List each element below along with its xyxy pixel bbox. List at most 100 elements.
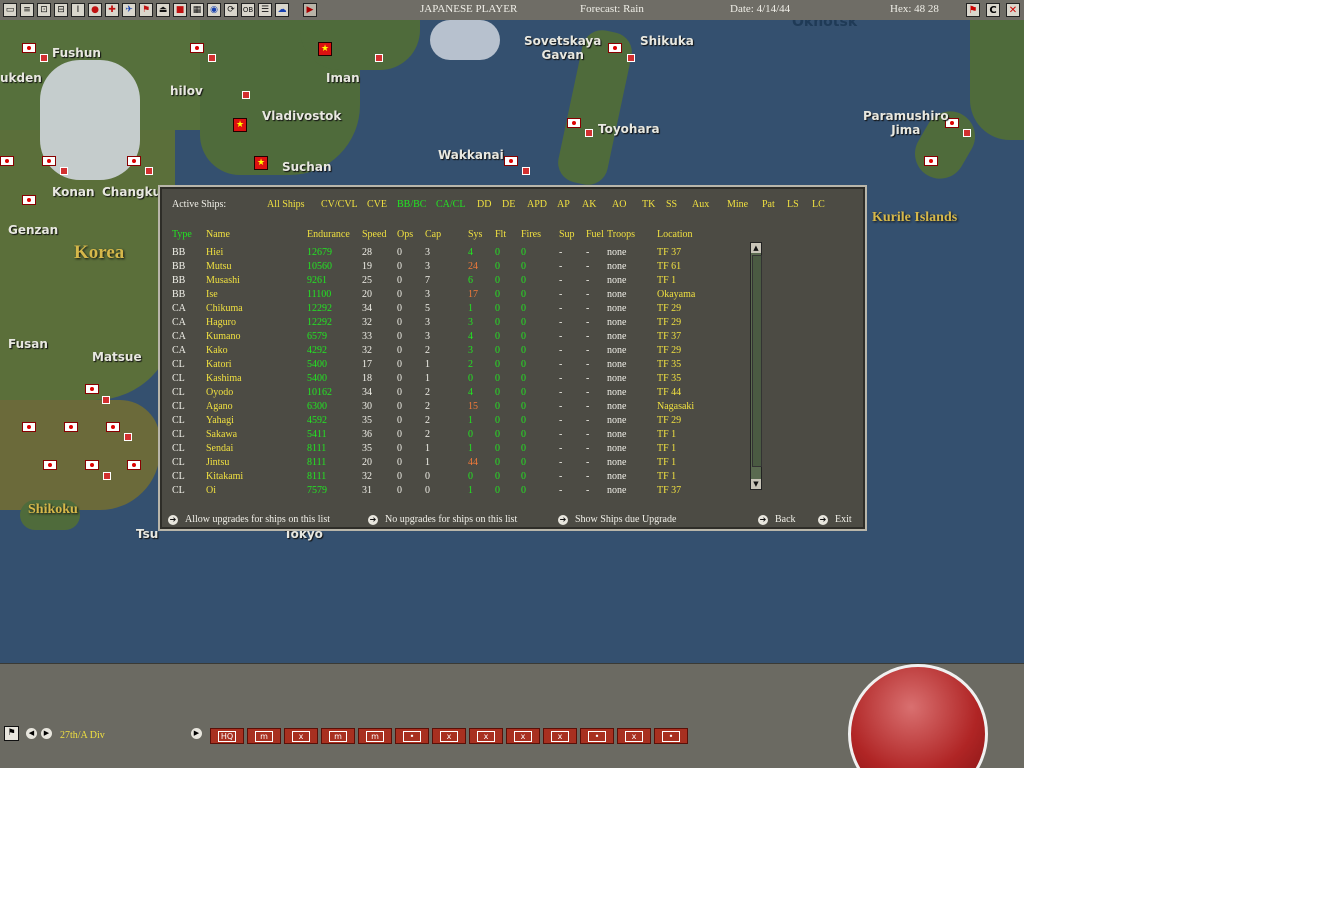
japan-flag-marker[interactable]: [127, 460, 141, 470]
scroll-up-icon[interactable]: ▲: [751, 243, 761, 253]
japan-flag-marker[interactable]: [608, 43, 622, 53]
filter-mine[interactable]: Mine: [727, 199, 748, 210]
flag-icon[interactable]: ⚑: [966, 3, 980, 17]
unit-counter[interactable]: •: [395, 728, 429, 744]
cell-name[interactable]: Mutsu: [206, 260, 307, 274]
prev-unit-icon[interactable]: ◀: [26, 728, 37, 739]
col-cap-header[interactable]: Cap: [425, 228, 468, 242]
grid-icon[interactable]: ▦: [190, 3, 204, 17]
japan-flag-marker[interactable]: [924, 156, 938, 166]
cell-name[interactable]: Kitakami: [206, 470, 307, 484]
cell-name[interactable]: Oyodo: [206, 386, 307, 400]
unit-counter[interactable]: x: [543, 728, 577, 744]
table-row[interactable]: CL Kashima 5400 18 0 1 0 0 0 - - none TF 35: [172, 372, 717, 386]
scroll-down-icon[interactable]: ▼: [751, 479, 761, 489]
filter-tk[interactable]: TK: [642, 199, 655, 210]
table-row[interactable]: CL Oi 7579 31 0 0 1 0 0 - - none TF 37: [172, 484, 717, 498]
soviet-base-marker[interactable]: ★: [254, 156, 268, 170]
unit-counter[interactable]: •: [654, 728, 688, 744]
filter-cv-cvl[interactable]: CV/CVL: [321, 199, 358, 210]
c-icon[interactable]: C: [986, 3, 1000, 17]
table-row[interactable]: BB Ise 11100 20 0 3 17 0 0 - - none Okayama: [172, 288, 717, 302]
no-upgrades-button[interactable]: ➔ No upgrades for ships on this list: [368, 514, 517, 525]
globe-icon[interactable]: ◉: [207, 3, 221, 17]
cell-name[interactable]: Oi: [206, 484, 307, 498]
base-marker[interactable]: [145, 167, 153, 175]
filter-apd[interactable]: APD: [527, 199, 547, 210]
cell-name[interactable]: Musashi: [206, 274, 307, 288]
unit-counter[interactable]: x: [432, 728, 466, 744]
filter-lc[interactable]: LC: [812, 199, 825, 210]
cell-name[interactable]: Chikuma: [206, 302, 307, 316]
tf-icon[interactable]: ⊡: [37, 3, 51, 17]
filter-ao[interactable]: AO: [612, 199, 626, 210]
filter-bb-bc[interactable]: BB/BC: [397, 199, 426, 210]
col-speed-header[interactable]: Speed: [362, 228, 397, 242]
table-row[interactable]: CL Sendai 8111 35 0 1 1 0 0 - - none TF 1: [172, 442, 717, 456]
unit-counter[interactable]: m: [358, 728, 392, 744]
cell-name[interactable]: Hiei: [206, 246, 307, 260]
unit-detail-icon[interactable]: ▶: [191, 728, 202, 739]
filter-aux[interactable]: Aux: [692, 199, 709, 210]
col-troops-header[interactable]: Troops: [607, 228, 657, 242]
col-location-header[interactable]: Location: [657, 228, 717, 242]
unit-counter[interactable]: •: [580, 728, 614, 744]
base-marker[interactable]: [40, 54, 48, 62]
soviet-base-marker[interactable]: ★: [318, 42, 332, 56]
japan-flag-marker[interactable]: [127, 156, 141, 166]
back-button[interactable]: ➔ Back: [758, 514, 796, 525]
cell-name[interactable]: Sakawa: [206, 428, 307, 442]
base-marker[interactable]: [103, 472, 111, 480]
table-row[interactable]: CA Chikuma 12292 34 0 5 1 0 0- - none TF 29: [172, 302, 717, 316]
unit-counter[interactable]: m: [321, 728, 355, 744]
cell-name[interactable]: Agano: [206, 400, 307, 414]
filter-ls[interactable]: LS: [787, 199, 799, 210]
balance-icon[interactable]: ■: [173, 3, 187, 17]
cell-name[interactable]: Jintsu: [206, 456, 307, 470]
filter-all-ships[interactable]: All Ships: [267, 199, 305, 210]
cycle-icon[interactable]: ⟳: [224, 3, 238, 17]
col-ops-header[interactable]: Ops: [397, 228, 425, 242]
play-icon[interactable]: ▶: [303, 3, 317, 17]
table-row[interactable]: BB Musashi 9261 25 0 7 6 0 0 - - none TF 1: [172, 274, 717, 288]
table-row[interactable]: BB Hiei 12679 28 0 3 4 0 0 - - none TF 37: [172, 246, 717, 260]
japan-flag-marker[interactable]: [22, 43, 36, 53]
ship-icon[interactable]: ⊟: [54, 3, 68, 17]
report-icon[interactable]: ≡: [20, 3, 34, 17]
cell-name[interactable]: Katori: [206, 358, 307, 372]
map-icon[interactable]: ▭: [3, 3, 17, 17]
fortify-icon[interactable]: ⚑: [139, 3, 153, 17]
japan-flag-marker[interactable]: [106, 422, 120, 432]
col-fuel-header[interactable]: Fuel: [586, 228, 607, 242]
col-type-header[interactable]: Type: [172, 228, 206, 242]
table-row[interactable]: CL Katori 5400 17 0 1 2 0 0 - - none TF 35: [172, 358, 717, 372]
cell-name[interactable]: Kumano: [206, 330, 307, 344]
info-icon[interactable]: I: [71, 3, 85, 17]
plane-icon[interactable]: ✈: [122, 3, 136, 17]
list-icon[interactable]: ☰: [258, 3, 272, 17]
cell-name[interactable]: Ise: [206, 288, 307, 302]
japan-flag-marker[interactable]: [42, 156, 56, 166]
sub-icon[interactable]: ⏏: [156, 3, 170, 17]
japan-flag-marker[interactable]: [190, 43, 204, 53]
cell-name[interactable]: Haguro: [206, 316, 307, 330]
base-marker[interactable]: [102, 396, 110, 404]
allow-upgrades-button[interactable]: ➔ Allow upgrades for ships on this list: [168, 514, 330, 525]
soviet-base-marker[interactable]: ★: [233, 118, 247, 132]
japan-flag-marker[interactable]: [64, 422, 78, 432]
scroll-thumb[interactable]: [752, 255, 762, 467]
japan-flag-marker[interactable]: [85, 384, 99, 394]
cell-name[interactable]: Yahagi: [206, 414, 307, 428]
table-row[interactable]: CA Haguro 12292 32 0 3 3 0 0 - - none TF 29: [172, 316, 717, 330]
filter-ca-cl[interactable]: CA/CL: [436, 199, 465, 210]
base-marker[interactable]: [627, 54, 635, 62]
filter-ap[interactable]: AP: [557, 199, 570, 210]
exit-button[interactable]: ➔ Exit: [818, 514, 852, 525]
table-row[interactable]: CA Kumano 6579 33 0 3 4 0 0 - - none TF 37: [172, 330, 717, 344]
unit-counter[interactable]: x: [469, 728, 503, 744]
base-marker[interactable]: [60, 167, 68, 175]
table-row[interactable]: CA Kako 4292 32 0 2 3 0 0 - - none TF 29: [172, 344, 717, 358]
cell-name[interactable]: Sendai: [206, 442, 307, 456]
table-row[interactable]: BB Mutsu 10560 19 0 3 24 0 0 - - none TF 61: [172, 260, 717, 274]
table-row[interactable]: CL Yahagi 4592 35 0 2 1 0 0 - - none TF 29: [172, 414, 717, 428]
